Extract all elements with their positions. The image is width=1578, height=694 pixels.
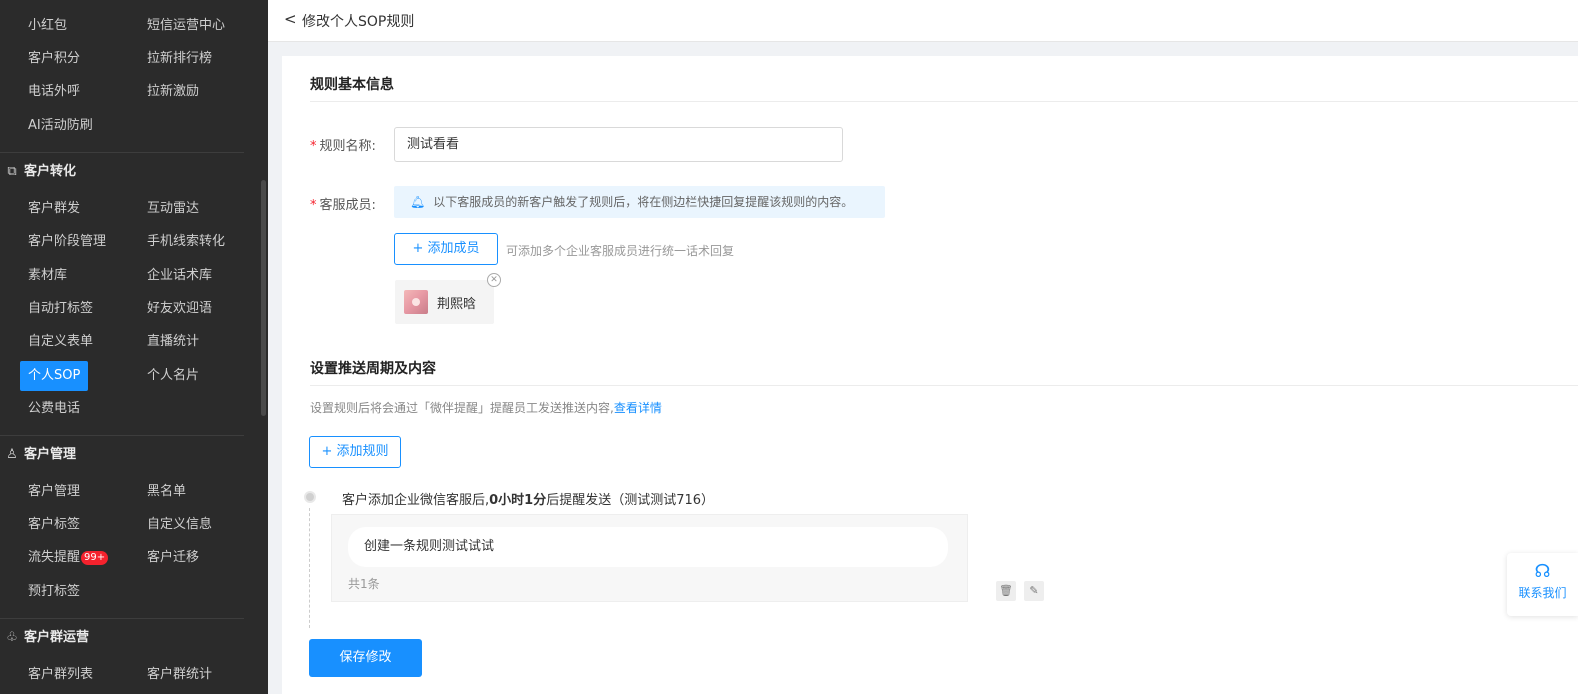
- sidebar-row: 客户群列表 客户群统计: [0, 663, 260, 687]
- save-button[interactable]: 保存修改: [309, 639, 422, 677]
- sidebar-item-custom-info[interactable]: 自定义信息: [147, 513, 212, 537]
- sidebar-row: 流失提醒 99+ 客户迁移: [0, 546, 260, 570]
- rule-summary: 客户添加企业微信客服后,0小时1分后提醒发送（测试测试716）: [342, 493, 715, 508]
- sidebar-row: 自定义表单 直播统计: [0, 330, 260, 354]
- remove-member-icon[interactable]: ✕: [487, 273, 501, 287]
- sidebar-row: 个人SOP 个人名片: [0, 361, 260, 391]
- sidebar-item-live-stats[interactable]: 直播统计: [147, 330, 199, 354]
- member-name: 荆熙晗: [437, 297, 477, 312]
- sidebar-item-red-packet[interactable]: 小红包: [28, 14, 67, 38]
- required-mark: *: [310, 139, 317, 154]
- view-details-link[interactable]: 查看详情: [614, 401, 662, 415]
- rule-content-box: 创建一条规则测试试试 共1条: [331, 514, 968, 602]
- push-settings-title: 设置推送周期及内容: [310, 361, 436, 377]
- sidebar-item-referral-incentive[interactable]: 拉新激励: [147, 80, 199, 104]
- sidebar-item-churn-alert[interactable]: 流失提醒 99+: [28, 546, 109, 570]
- sidebar-item-stage-management[interactable]: 客户阶段管理: [28, 230, 106, 254]
- churn-count-badge: 99+: [81, 551, 109, 565]
- add-rule-button[interactable]: + 添加规则: [309, 436, 401, 468]
- form-card: 规则基本信息 * 规则名称: 测试看看 * 客服成员: 🔔︎ 以下客服成员的新客户触发…: [282, 56, 1578, 694]
- sidebar-item-welcome-message[interactable]: 好友欢迎语: [147, 297, 212, 321]
- sidebar-item-customer-migration[interactable]: 客户迁移: [147, 546, 199, 570]
- sidebar-item-custom-form[interactable]: 自定义表单: [28, 330, 93, 354]
- sidebar-item-sms-center[interactable]: 短信运营中心: [147, 14, 225, 38]
- bell-icon: 🔔︎: [410, 195, 426, 209]
- rule-name-label: * 规则名称:: [310, 139, 376, 154]
- sidebar-item-personal-card[interactable]: 个人名片: [147, 364, 199, 388]
- member-chip: 荆熙晗: [395, 280, 494, 324]
- members-label: * 客服成员:: [310, 198, 376, 213]
- sidebar-row: AI活动防刷: [0, 114, 260, 138]
- sidebar-item-interaction-radar[interactable]: 互动雷达: [147, 197, 199, 221]
- sidebar-row: 预打标签: [0, 580, 260, 604]
- sidebar-row: 客户管理 黑名单: [0, 480, 260, 504]
- sidebar-section-group-ops[interactable]: ♧ 客户群运营: [0, 626, 260, 650]
- sidebar-item-blacklist[interactable]: 黑名单: [147, 480, 186, 504]
- sidebar-section-management[interactable]: ♙ 客户管理: [0, 443, 260, 467]
- avatar: [404, 290, 428, 314]
- sidebar-item-script-library[interactable]: 企业话术库: [147, 264, 212, 288]
- headset-icon: ☊: [1534, 561, 1551, 582]
- sidebar-row: 客户阶段管理 手机线索转化: [0, 230, 260, 254]
- push-description: 设置规则后将会通过「微伴提醒」提醒员工发送推送内容,查看详情: [310, 401, 662, 415]
- section-divider: [310, 101, 1578, 102]
- sidebar-section-conversion[interactable]: ⧉ 客户转化: [0, 160, 260, 184]
- members-notice: 🔔︎ 以下客服成员的新客户触发了规则后，将在侧边栏快捷回复提醒该规则的内容。: [394, 186, 885, 218]
- sidebar-divider: [0, 618, 244, 619]
- contact-us-label: 联系我们: [1518, 586, 1567, 600]
- sidebar: 小红包 短信运营中心 客户积分 拉新排行榜 电话外呼 拉新激励 AI活动防刷 ⧉…: [0, 0, 268, 694]
- sidebar-row: 电话外呼 拉新激励: [0, 80, 260, 104]
- sidebar-item-referral-ranking[interactable]: 拉新排行榜: [147, 47, 212, 71]
- section-divider: [310, 385, 1578, 386]
- sidebar-item-customer-points[interactable]: 客户积分: [28, 47, 80, 71]
- sidebar-row: 客户积分 拉新排行榜: [0, 47, 260, 71]
- sidebar-row: 客户标签 自定义信息: [0, 513, 260, 537]
- timeline-dot: [304, 491, 316, 503]
- sidebar-item-pre-tag[interactable]: 预打标签: [28, 580, 80, 604]
- sidebar-row: 客户群发 互动雷达: [0, 197, 260, 221]
- required-mark: *: [310, 198, 317, 213]
- sidebar-item-customer-tags[interactable]: 客户标签: [28, 513, 80, 537]
- sidebar-item-ai-antifraud[interactable]: AI活动防刷: [28, 114, 93, 138]
- sidebar-item-mass-send[interactable]: 客户群发: [28, 197, 80, 221]
- timeline-line: [309, 508, 310, 628]
- sidebar-row: 自动打标签 好友欢迎语: [0, 297, 260, 321]
- page-title: 修改个人SOP规则: [302, 14, 415, 30]
- sidebar-divider: [0, 152, 244, 153]
- sidebar-item-phone-call[interactable]: 电话外呼: [28, 80, 80, 104]
- user-icon: ♙: [6, 447, 18, 462]
- delete-rule-icon[interactable]: 🗑︎: [996, 581, 1016, 601]
- rule-message: 创建一条规则测试试试: [348, 527, 948, 567]
- sidebar-row: 公费电话: [0, 397, 260, 421]
- sidebar-item-personal-sop[interactable]: 个人SOP: [20, 361, 88, 391]
- sidebar-item-group-list[interactable]: 客户群列表: [28, 663, 93, 687]
- sidebar-item-material-library[interactable]: 素材库: [28, 264, 67, 288]
- conversion-icon: ⧉: [7, 164, 17, 179]
- sidebar-item-group-stats[interactable]: 客户群统计: [147, 663, 212, 687]
- sidebar-item-auto-tag[interactable]: 自动打标签: [28, 297, 93, 321]
- sidebar-item-lead-conversion[interactable]: 手机线索转化: [147, 230, 225, 254]
- sidebar-row: 素材库 企业话术库: [0, 264, 260, 288]
- edit-rule-icon[interactable]: ✎: [1024, 581, 1044, 601]
- sidebar-divider: [0, 435, 244, 436]
- rule-count: 共1条: [348, 577, 380, 591]
- rule-name-input[interactable]: 测试看看: [394, 127, 843, 162]
- group-icon: ♧: [6, 630, 18, 645]
- sidebar-item-public-phone[interactable]: 公费电话: [28, 397, 80, 421]
- churn-alert-label: 流失提醒: [28, 550, 81, 565]
- add-member-button[interactable]: + 添加成员: [394, 233, 498, 265]
- sidebar-row: 小红包 短信运营中心: [0, 14, 260, 38]
- add-member-hint: 可添加多个企业客服成员进行统一话术回复: [506, 244, 735, 258]
- contact-us-button[interactable]: ☊ 联系我们: [1507, 553, 1578, 616]
- sidebar-item-customer-management[interactable]: 客户管理: [28, 480, 80, 504]
- back-arrow-icon[interactable]: <: [284, 10, 297, 28]
- basic-info-title: 规则基本信息: [310, 77, 394, 93]
- page-header: < 修改个人SOP规则: [268, 0, 1578, 42]
- sidebar-scrollbar[interactable]: [261, 180, 266, 416]
